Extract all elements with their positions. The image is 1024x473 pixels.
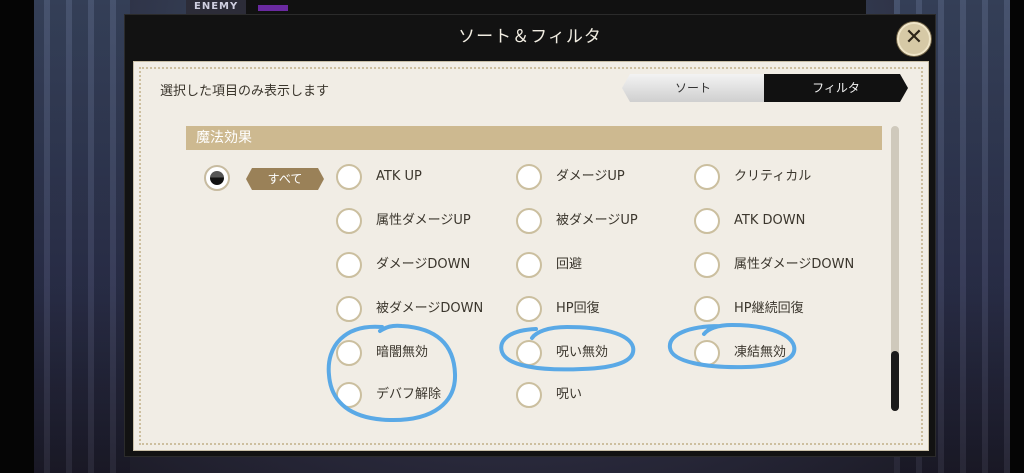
radio-circle[interactable]	[694, 208, 720, 234]
modal-title: ソート＆フィルタ	[458, 27, 602, 47]
radio-circle[interactable]	[694, 252, 720, 278]
option-label: ダメージDOWN	[376, 257, 471, 272]
radio-circle[interactable]	[694, 296, 720, 322]
option-label: 被ダメージDOWN	[376, 301, 484, 316]
radio-circle[interactable]	[336, 296, 362, 322]
radio-circle[interactable]	[516, 208, 542, 234]
close-icon: ✕	[904, 25, 924, 50]
radio-circle[interactable]	[336, 208, 362, 234]
radio-circle[interactable]	[694, 164, 720, 190]
radio-circle[interactable]	[516, 252, 542, 278]
close-button[interactable]: ✕	[897, 22, 931, 56]
scrollbar-thumb[interactable]	[891, 351, 899, 411]
option-label: ダメージUP	[556, 169, 625, 184]
option-label: 回避	[556, 257, 583, 272]
enemy-label: ENEMY	[186, 0, 247, 14]
option-label: 属性ダメージDOWN	[734, 257, 855, 272]
sort-filter-modal: ソート＆フィルタ ✕ 選択した項目のみ表示します ソート フィルタ 魔法効果 す…	[124, 14, 936, 457]
option-label: クリティカル	[734, 169, 812, 184]
enemy-hp-fill	[258, 5, 288, 11]
panel-subtitle: 選択した項目のみ表示します	[160, 84, 330, 99]
all-label[interactable]: すべて	[246, 168, 324, 190]
option-label: 被ダメージUP	[556, 213, 638, 228]
screen-edge-left	[0, 0, 34, 473]
radio-circle[interactable]	[336, 382, 362, 408]
option-label: 属性ダメージUP	[376, 213, 471, 228]
option-label: ATK DOWN	[734, 213, 806, 228]
radio-circle[interactable]	[516, 340, 542, 366]
radio-circle[interactable]	[336, 340, 362, 366]
radio-circle[interactable]	[516, 296, 542, 322]
option-label: 暗闇無効	[376, 345, 429, 360]
radio-all[interactable]	[204, 165, 230, 191]
option-label: ATK UP	[376, 169, 422, 184]
option-label: HP回復	[556, 301, 600, 316]
radio-circle[interactable]	[694, 340, 720, 366]
radio-circle[interactable]	[516, 382, 542, 408]
option-label: HP継続回復	[734, 301, 804, 316]
radio-circle[interactable]	[336, 164, 362, 190]
section-header: 魔法効果	[186, 126, 882, 150]
enemy-hp-bar	[186, 0, 866, 14]
filter-panel: 選択した項目のみ表示します ソート フィルタ 魔法効果 すべて ATK UP 属…	[133, 61, 929, 451]
option-label: 呪い	[556, 387, 583, 402]
radio-circle[interactable]	[336, 252, 362, 278]
tab-bar: ソート フィルタ	[622, 74, 908, 102]
tab-filter[interactable]: フィルタ	[764, 74, 908, 102]
screen-edge-right	[1010, 0, 1024, 473]
option-label: デバフ解除	[376, 387, 442, 402]
option-label: 凍結無効	[734, 345, 787, 360]
radio-circle[interactable]	[516, 164, 542, 190]
option-label: 呪い無効	[556, 345, 609, 360]
tab-sort[interactable]: ソート	[622, 74, 764, 102]
section-title: 魔法効果	[196, 130, 252, 146]
